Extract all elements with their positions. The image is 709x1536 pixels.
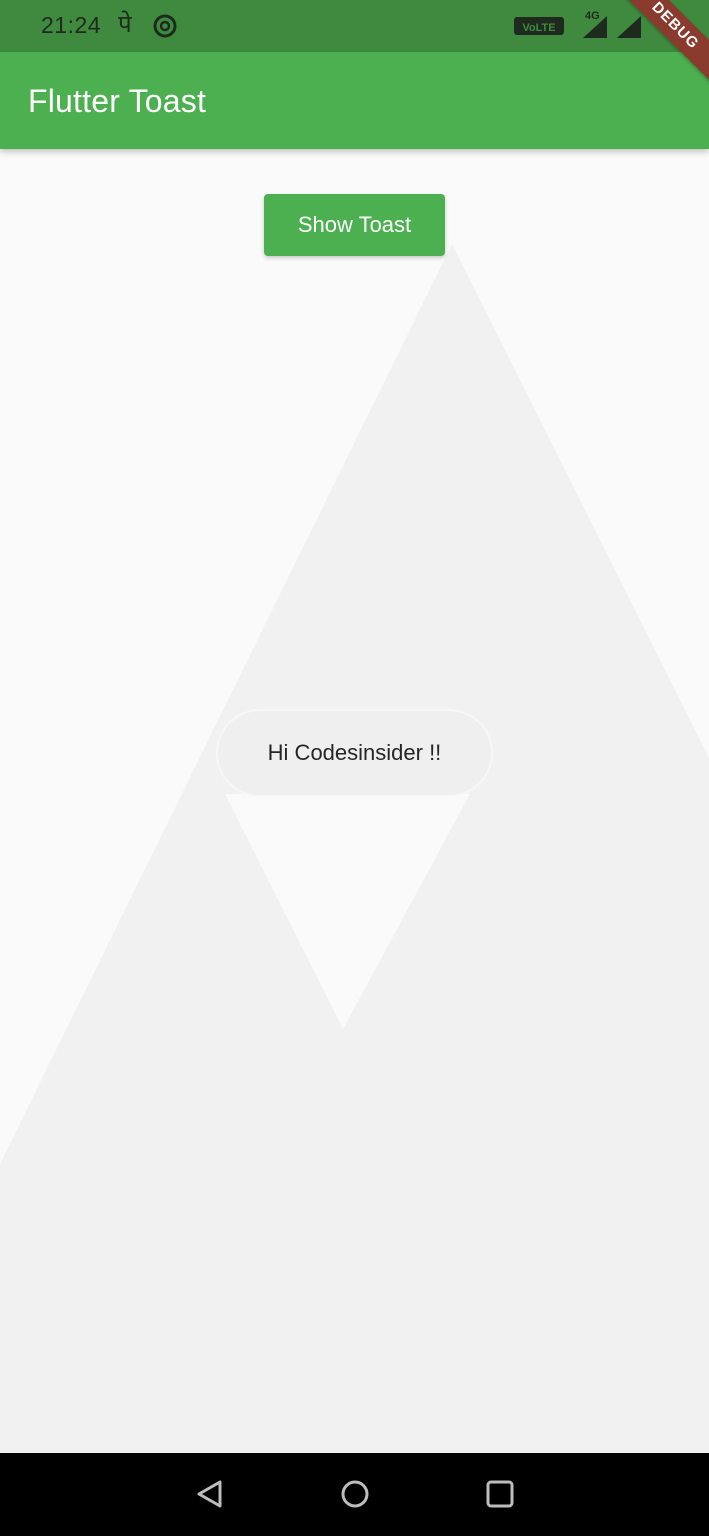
- status-time: 21:24: [41, 12, 102, 38]
- back-icon[interactable]: [188, 1473, 230, 1515]
- battery-icon: [617, 16, 641, 38]
- navigation-bar: [0, 1453, 709, 1536]
- status-bar: 21:24 पे VoLTE 4G: [0, 0, 709, 52]
- app-bar: Flutter Toast: [0, 52, 709, 149]
- no-entry-icon: [153, 14, 177, 38]
- background-shapes: [0, 244, 709, 1453]
- recents-icon[interactable]: [479, 1473, 521, 1515]
- toast-message: Hi Codesinsider !!: [218, 711, 491, 795]
- show-toast-button[interactable]: Show Toast: [264, 194, 445, 256]
- devanagari-notification-icon: पे: [118, 11, 132, 38]
- page-title: Flutter Toast: [28, 83, 207, 119]
- signal-icon: [583, 16, 607, 38]
- volte-badge: VoLTE: [514, 17, 564, 35]
- home-icon[interactable]: [334, 1473, 376, 1515]
- main-content: Show Toast Hi Codesinsider !!: [0, 149, 709, 1453]
